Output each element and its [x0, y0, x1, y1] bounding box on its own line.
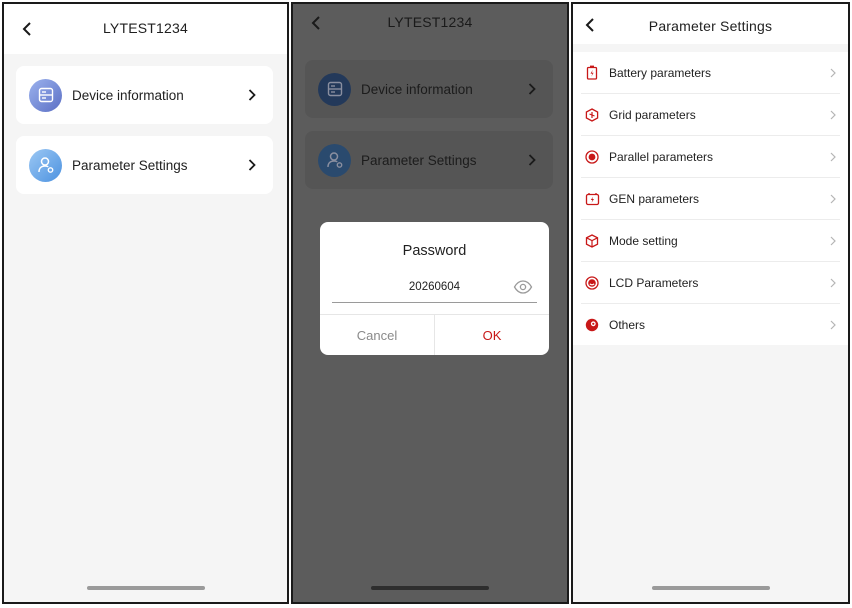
chevron-right-icon	[828, 68, 838, 78]
password-dialog: Password 20260604 Cancel OK	[320, 222, 549, 355]
top-bar: LYTEST1234	[4, 4, 287, 54]
page-title: LYTEST1234	[387, 14, 473, 30]
cube-icon	[584, 233, 600, 249]
list-item-label: Mode setting	[609, 233, 678, 248]
battery-icon	[584, 65, 600, 81]
lcd-icon	[584, 275, 600, 291]
dialog-button-row: Cancel OK	[320, 314, 549, 355]
back-button[interactable]	[581, 16, 599, 34]
chevron-right-icon	[828, 194, 838, 204]
user-gear-icon	[318, 143, 351, 177]
card-label: Device information	[361, 81, 473, 97]
back-button[interactable]	[307, 14, 325, 32]
card-label: Device information	[72, 87, 184, 103]
home-indicator	[651, 586, 770, 590]
home-indicator	[371, 586, 489, 590]
list-item-lcd[interactable]: LCD Parameters	[581, 262, 840, 304]
list-item-mode[interactable]: Mode setting	[581, 220, 840, 262]
server-icon	[29, 78, 62, 112]
chevron-right-icon	[828, 110, 838, 120]
list-item-battery[interactable]: Battery parameters	[581, 52, 840, 94]
list-item-label: Others	[609, 317, 646, 332]
chevron-right-icon	[828, 152, 838, 162]
chevron-right-icon	[525, 82, 539, 96]
list-item-label: Parallel parameters	[609, 149, 714, 164]
list-item-parallel[interactable]: Parallel parameters	[581, 136, 840, 178]
others-icon	[584, 317, 600, 333]
parallel-icon	[584, 149, 600, 165]
screen-device-menu: LYTEST1234 Device information Parameter …	[2, 2, 289, 604]
ok-button[interactable]: OK	[435, 315, 549, 355]
page-title: LYTEST1234	[102, 20, 188, 36]
chevron-right-icon	[245, 88, 259, 102]
cancel-button[interactable]: Cancel	[320, 315, 435, 355]
chevron-right-icon	[828, 236, 838, 246]
parameter-settings-card[interactable]: Parameter Settings	[305, 131, 553, 189]
list-item-others[interactable]: Others	[581, 304, 840, 345]
list-item-label: LCD Parameters	[609, 275, 699, 290]
password-field[interactable]: 20260604	[332, 276, 537, 303]
chevron-right-icon	[828, 278, 838, 288]
back-button[interactable]	[18, 20, 36, 38]
device-information-card[interactable]: Device information	[305, 60, 553, 118]
server-icon	[318, 72, 351, 106]
chevron-right-icon	[828, 320, 838, 330]
generator-icon	[584, 191, 600, 207]
card-label: Parameter Settings	[72, 157, 188, 173]
list-item-label: Battery parameters	[609, 65, 712, 80]
list-item-label: Grid parameters	[609, 107, 696, 122]
parameter-list: Battery parameters Grid parameters Paral…	[573, 52, 848, 345]
eye-icon[interactable]	[513, 279, 533, 295]
parameter-settings-card[interactable]: Parameter Settings	[16, 136, 273, 194]
dialog-title: Password	[402, 243, 467, 259]
grid-icon	[584, 107, 600, 123]
device-information-card[interactable]: Device information	[16, 66, 273, 124]
screen-password-dialog: LYTEST1234 Device information Parameter …	[291, 2, 569, 604]
list-item-label: GEN parameters	[609, 191, 700, 206]
list-item-grid[interactable]: Grid parameters	[581, 94, 840, 136]
user-gear-icon	[29, 148, 62, 182]
home-indicator	[86, 586, 205, 590]
chevron-left-icon	[585, 18, 594, 32]
chevron-left-icon	[22, 22, 31, 36]
chevron-left-icon	[311, 16, 320, 30]
card-label: Parameter Settings	[361, 152, 477, 168]
top-bar: Parameter Settings	[573, 4, 848, 44]
screen-parameter-settings: Parameter Settings Battery parameters Gr…	[571, 2, 850, 604]
chevron-right-icon	[525, 153, 539, 167]
password-value: 20260604	[408, 281, 461, 293]
list-item-gen[interactable]: GEN parameters	[581, 178, 840, 220]
chevron-right-icon	[245, 158, 259, 172]
page-title: Parameter Settings	[648, 18, 773, 34]
top-bar: LYTEST1234	[293, 4, 567, 54]
